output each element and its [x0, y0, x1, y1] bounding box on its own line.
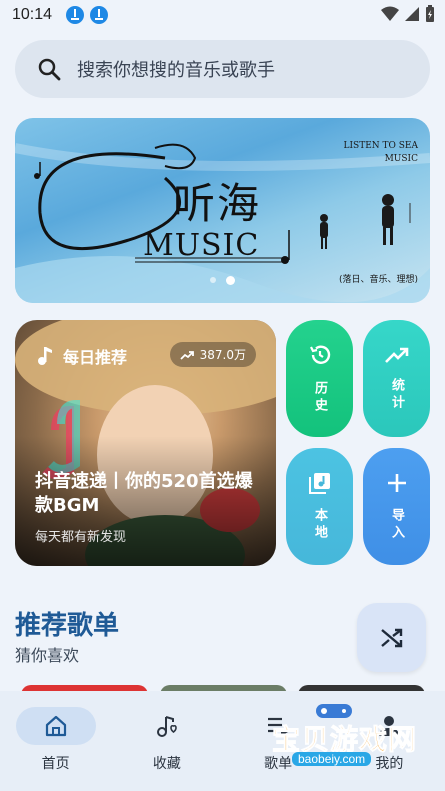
import-button[interactable]: 导入: [363, 448, 430, 565]
music-note-heart-icon: [156, 716, 177, 737]
trending-up-icon: [384, 347, 408, 363]
library-music-icon: [308, 472, 330, 494]
banner-carousel[interactable]: LISTEN TO SEA MUSIC 听海 MUSIC (落日、音乐、理想): [15, 118, 430, 303]
status-bar: 10:14: [0, 0, 445, 30]
local-button[interactable]: 本地: [286, 448, 353, 565]
trending-up-icon: [180, 350, 194, 360]
nav-favorites-pill: [127, 707, 207, 745]
nav-mine-pill: [349, 707, 429, 745]
banner-corner-line: MUSIC: [384, 154, 418, 164]
play-count-badge: 387.0万: [169, 342, 256, 367]
status-time: 10:14: [12, 6, 53, 23]
daily-header: 每日推荐: [37, 344, 127, 368]
daily-subtitle: 每天都有新发现: [35, 530, 127, 545]
search-icon: [38, 58, 61, 81]
nav-playlists-pill: [238, 707, 318, 745]
nav-home[interactable]: 首页: [0, 691, 111, 791]
carousel-indicator[interactable]: [15, 276, 430, 285]
banner-title: 听海: [173, 179, 262, 228]
section-subtitle: 猜你喜欢: [15, 646, 80, 665]
nav-favorites-label: 收藏: [152, 756, 181, 772]
person-icon: [379, 716, 400, 736]
shuffle-button[interactable]: [357, 603, 426, 672]
battery-icon: [426, 5, 434, 22]
history-label: 历史: [312, 380, 327, 415]
home-icon: [45, 715, 66, 737]
stats-button[interactable]: 统计: [363, 320, 430, 437]
play-count: 387.0万: [199, 348, 246, 362]
playlist-play-icon: [268, 717, 289, 736]
plus-icon: [387, 473, 406, 492]
bottom-nav: 首页 收藏 歌单 我的: [0, 691, 445, 791]
nav-playlists[interactable]: 歌单: [223, 691, 334, 791]
daily-recommend-card[interactable]: 每日推荐 387.0万 抖音速递丨你的520首选爆款BGM 每天都有新发现: [15, 320, 276, 566]
wifi-icon: [381, 6, 399, 21]
history-icon: [309, 345, 330, 364]
shuffle-icon: [380, 628, 402, 647]
banner-corner-text: LISTEN TO SEA MUSIC: [344, 140, 418, 166]
carousel-dot[interactable]: [210, 277, 216, 283]
download-notification-icon: [90, 6, 109, 24]
history-button[interactable]: 历史: [286, 320, 353, 437]
carousel-dot-active[interactable]: [226, 276, 235, 285]
import-label: 导入: [389, 507, 404, 542]
download-notification-icon: [66, 6, 85, 24]
search-placeholder: 搜索你想搜的音乐或歌手: [77, 60, 275, 81]
daily-label: 每日推荐: [63, 348, 128, 367]
nav-home-pill: [15, 707, 96, 745]
nav-home-label: 首页: [41, 756, 70, 772]
daily-title: 抖音速递丨你的520首选爆款BGM: [35, 471, 253, 516]
section-title: 推荐歌单: [15, 611, 120, 641]
status-icons: [381, 5, 435, 23]
stats-label: 统计: [389, 377, 404, 412]
nav-favorites[interactable]: 收藏: [111, 691, 222, 791]
banner-subtitle: MUSIC: [143, 228, 260, 263]
music-note-icon: [38, 347, 52, 365]
search-input[interactable]: 搜索你想搜的音乐或歌手: [15, 40, 430, 98]
banner-corner-line: LISTEN TO SEA: [343, 141, 418, 151]
local-label: 本地: [312, 507, 327, 542]
nav-mine[interactable]: 我的: [334, 691, 445, 791]
nav-playlists-label: 歌单: [264, 756, 293, 772]
nav-mine-label: 我的: [375, 756, 404, 772]
signal-icon: [405, 7, 419, 21]
